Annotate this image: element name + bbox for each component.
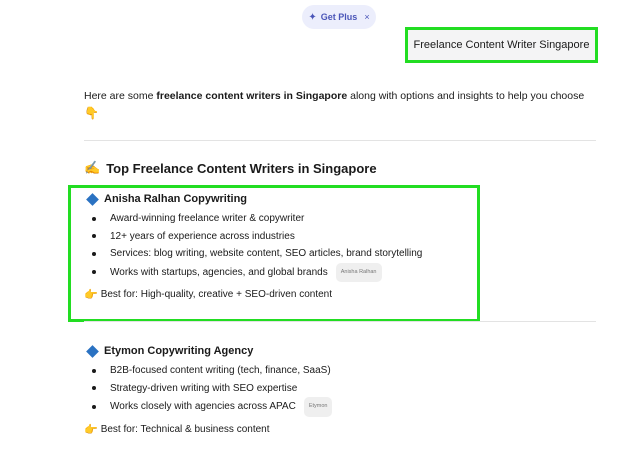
intro-text-bold: freelance content writers in Singapore: [156, 90, 348, 102]
bullet-dot: [92, 216, 96, 221]
writing-hand-icon: ✍️: [84, 160, 101, 175]
bullet-text: Strategy-driven writing with SEO experti…: [110, 382, 298, 394]
user-message-text: Freelance Content Writer Singapore: [413, 39, 590, 51]
list-item: Works with startups, agencies, and globa…: [92, 262, 422, 282]
best-for-text: Best for: Technical & business content: [100, 424, 270, 435]
writer-name-etymon: Etymon Copywriting Agency: [86, 344, 254, 358]
intro-text-end: along with options and insights to help …: [347, 90, 585, 102]
get-plus-label: Get Plus: [320, 12, 358, 22]
section-title: ✍️ Top Freelance Content Writers in Sing…: [84, 160, 377, 176]
bullet-text: Works closely with agencies across APAC: [110, 401, 296, 412]
sparkle-icon: ✦: [308, 11, 317, 23]
get-plus-button[interactable]: ✦ Get Plus ×: [302, 5, 376, 29]
list-item: Works closely with agencies across APAC E…: [92, 397, 333, 417]
bullet-dot: [92, 404, 96, 409]
divider: [84, 321, 596, 322]
writer-bullets-anisha: Award-winning freelance writer & copywri…: [92, 210, 422, 282]
pointing-right-icon: 👉: [84, 289, 98, 301]
writer-name-text: Etymon Copywriting Agency: [104, 345, 254, 357]
source-chip-anisha[interactable]: Anisha Ralhan: [335, 262, 382, 282]
bullet-text: Works with startups, agencies, and globa…: [110, 266, 328, 278]
list-item: 12+ years of experience across industrie…: [92, 228, 422, 246]
close-icon[interactable]: ×: [364, 12, 369, 22]
list-item: Award-winning freelance writer & copywri…: [92, 210, 422, 228]
bullet-dot: [92, 251, 96, 256]
intro-text-start: Here are some: [84, 90, 157, 102]
source-chip-etymon[interactable]: Etymon: [303, 397, 333, 417]
list-item: Strategy-driven writing with SEO experti…: [92, 380, 332, 398]
list-item: B2B-focused content writing (tech, finan…: [92, 362, 332, 380]
blue-diamond-icon: [86, 192, 99, 206]
list-item: Services: blog writing, website content,…: [92, 245, 422, 263]
pointing-right-icon: 👉: [84, 424, 98, 436]
section-title-text: Top Freelance Content Writers in Singapo…: [106, 160, 377, 176]
bullet-text: Services: blog writing, website content,…: [110, 248, 423, 259]
user-message-bubble: Freelance Content Writer Singapore: [405, 27, 598, 63]
bullet-dot: [92, 386, 96, 391]
best-for-text: Best for: High-quality, creative + SEO-d…: [100, 289, 333, 300]
best-for-anisha: 👉 Best for: High-quality, creative + SEO…: [84, 288, 332, 301]
bullet-text: 12+ years of experience across industrie…: [110, 230, 295, 242]
response-intro: Here are some freelance content writers …: [84, 89, 604, 104]
bullet-text: B2B-focused content writing (tech, finan…: [110, 365, 331, 376]
blue-diamond-icon: [86, 344, 99, 358]
bullet-dot: [92, 270, 96, 275]
bullet-dot: [92, 368, 96, 373]
divider: [84, 140, 596, 141]
writer-name-text: Anisha Ralhan Copywriting: [104, 193, 248, 205]
best-for-etymon: 👉 Best for: Technical & business content: [84, 423, 270, 436]
pointing-down-icon: 👇: [84, 106, 99, 120]
writer-name-anisha: Anisha Ralhan Copywriting: [86, 192, 248, 206]
writer-bullets-etymon: B2B-focused content writing (tech, finan…: [92, 362, 333, 417]
bullet-text: Award-winning freelance writer & copywri…: [110, 213, 305, 224]
bullet-dot: [92, 234, 96, 239]
